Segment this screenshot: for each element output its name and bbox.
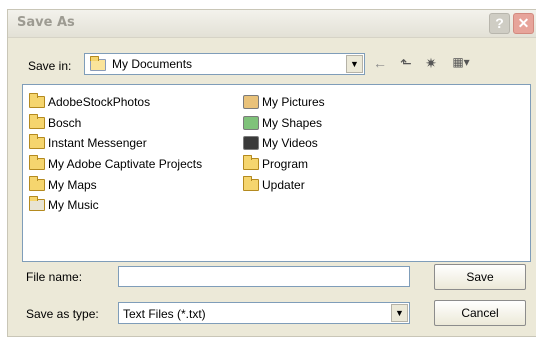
back-button[interactable]: ← [371,55,389,73]
list-item[interactable]: Program [243,154,309,173]
my-documents-icon [90,56,106,71]
folder-icon [29,92,45,108]
list-item-label: Program [262,157,309,171]
title-bar[interactable]: Save As ? ✕ [8,10,536,38]
list-item-label: Updater [262,178,305,192]
chevron-down-icon[interactable]: ▼ [391,304,408,322]
list-item-label: Instant Messenger [48,136,147,150]
view-menu-icon: ▦▾ [452,55,470,69]
list-item-label: My Music [48,198,99,212]
up-one-level-button[interactable]: ⬑ [397,55,415,73]
back-arrow-icon: ← [373,55,387,71]
save-as-type-value: Text Files (*.txt) [123,307,206,321]
save-in-label: Save in: [28,59,72,73]
close-button[interactable]: ✕ [513,13,534,34]
list-item-label: Bosch [48,116,82,130]
list-item-label: My Pictures [262,95,325,109]
save-as-dialog: Save As ? ✕ Save in: My Documents ▼ ← ⬑ … [7,9,536,337]
music-folder-icon [29,195,45,211]
save-as-type-dropdown[interactable]: Text Files (*.txt) ▼ [118,302,410,324]
list-item[interactable]: Bosch [29,113,82,132]
file-list[interactable]: AdobeStockPhotos Bosch Instant Messenger… [22,84,531,262]
list-item[interactable]: Updater [243,175,305,194]
save-button[interactable]: Save [434,264,526,290]
list-item[interactable]: My Videos [243,134,318,152]
cancel-button[interactable]: Cancel [434,300,526,326]
pictures-folder-icon [243,94,259,109]
list-item-label: My Adobe Captivate Projects [48,157,203,171]
file-name-input[interactable] [118,266,410,287]
up-folder-icon: ⬑ [400,55,412,71]
folder-icon [243,175,259,191]
save-as-type-label: Save as type: [26,307,99,321]
folder-icon [29,175,45,191]
create-new-folder-button[interactable]: ✷ [421,55,441,73]
file-name-label: File name: [26,270,83,284]
list-item[interactable]: AdobeStockPhotos [29,92,151,111]
view-menu-button[interactable]: ▦▾ [447,55,475,73]
list-item[interactable]: My Adobe Captivate Projects [29,154,203,173]
save-in-dropdown[interactable]: My Documents ▼ [84,53,365,75]
list-item[interactable]: My Maps [29,175,97,194]
folder-icon [243,154,259,170]
list-item[interactable]: Instant Messenger [29,133,147,152]
folder-icon [29,154,45,170]
list-item[interactable]: My Music [29,195,99,214]
folder-icon [29,113,45,129]
list-item-label: AdobeStockPhotos [48,95,151,109]
chevron-down-icon[interactable]: ▼ [346,55,363,73]
save-in-value: My Documents [112,57,193,71]
list-item[interactable]: My Pictures [243,93,325,111]
help-button[interactable]: ? [489,13,510,34]
folder-icon [29,133,45,149]
window-title: Save As [17,15,75,30]
list-item-label: My Maps [48,178,97,192]
shapes-folder-icon [243,115,259,130]
list-item-label: My Videos [262,136,318,150]
new-folder-icon: ✷ [425,55,437,71]
videos-folder-icon [243,135,259,150]
list-item[interactable]: My Shapes [243,114,322,132]
list-item-label: My Shapes [262,116,323,130]
